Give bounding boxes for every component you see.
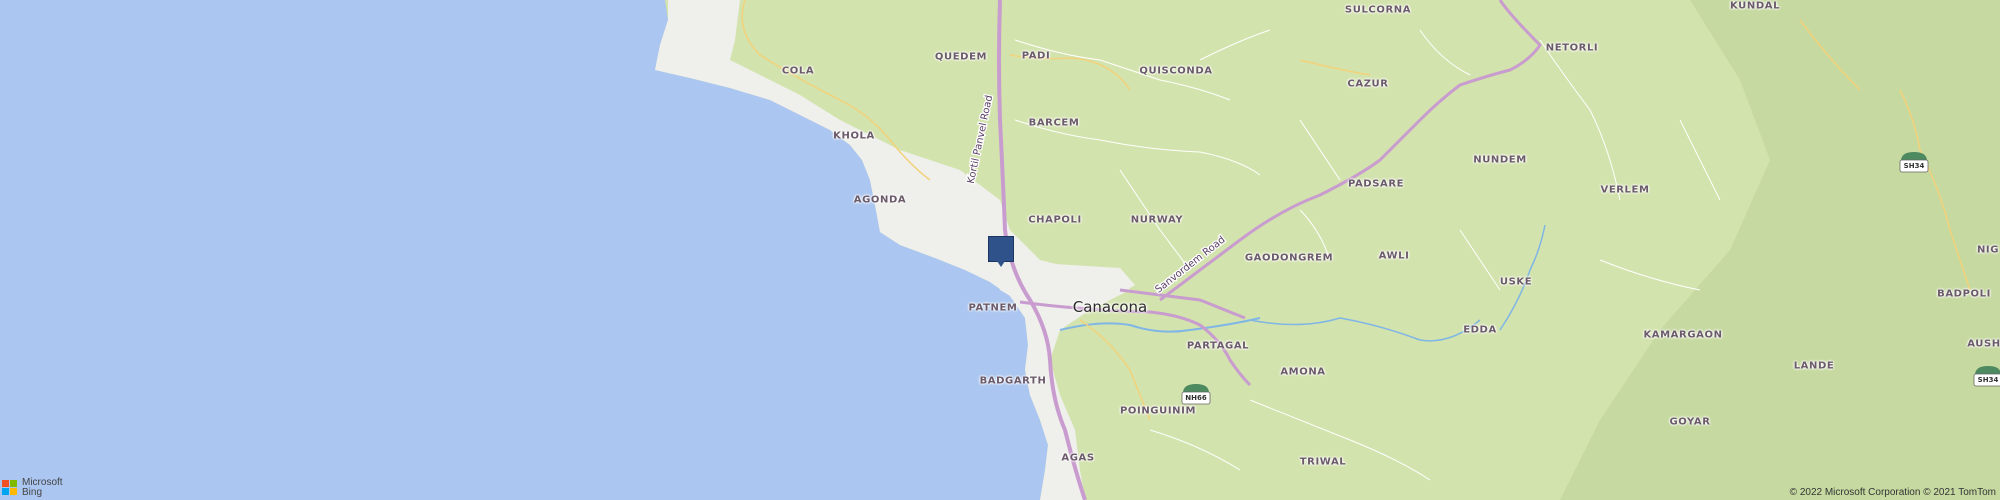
- place-label-kundal: KUNDAL: [1729, 0, 1781, 12]
- place-label-nig: NIG: [1976, 244, 2000, 256]
- place-label-goyar: GOYAR: [1669, 416, 1711, 428]
- place-label-gaodongrem: GAODONGREM: [1244, 252, 1334, 264]
- place-label-netorli: NETORLI: [1545, 42, 1599, 54]
- place-label-quedem: QUEDEM: [934, 51, 988, 63]
- place-label-agas: AGAS: [1061, 452, 1095, 464]
- place-label-agonda: AGONDA: [853, 194, 907, 206]
- place-label-awli: AWLI: [1378, 250, 1410, 262]
- place-label-badgarth: BADGARTH: [979, 375, 1047, 387]
- map-canvas[interactable]: SULCORNA KUNDAL COLA QUEDEM PADI QUISCON…: [0, 0, 2000, 500]
- copyright-notice: © 2022 Microsoft Corporation © 2021 TomT…: [1789, 487, 1996, 498]
- place-label-barcem: BARCEM: [1028, 117, 1080, 129]
- place-label-partagal: PARTAGAL: [1186, 340, 1250, 352]
- place-label-verlem: VERLEM: [1600, 184, 1650, 196]
- route-shield-label: SH34: [1977, 376, 1999, 384]
- place-label-lande: LANDE: [1793, 360, 1835, 372]
- place-label-aush: AUSH: [1967, 338, 2000, 350]
- microsoft-logo-icon: [2, 480, 18, 496]
- place-label-cola: COLA: [781, 65, 815, 77]
- route-shield-label: SH34: [1903, 162, 1925, 170]
- place-label-sulcorna: SULCORNA: [1344, 4, 1412, 16]
- brand-line-bing: Bing: [22, 487, 43, 498]
- place-label-padi: PADI: [1021, 50, 1051, 62]
- selected-location-pin[interactable]: [988, 236, 1014, 267]
- place-label-chapoli: CHAPOLI: [1028, 214, 1082, 226]
- place-label-nurway: NURWAY: [1130, 214, 1184, 226]
- place-label-edda: EDDA: [1463, 324, 1497, 336]
- place-label-poinguinim: POINGUINIM: [1119, 405, 1197, 417]
- place-label-cazur: CAZUR: [1347, 78, 1389, 90]
- place-label-quisconda: QUISCONDA: [1139, 65, 1213, 77]
- place-label-triwal: TRIWAL: [1299, 456, 1347, 468]
- place-label-khola: KHOLA: [833, 130, 875, 142]
- route-shield-label: NH66: [1185, 394, 1207, 402]
- route-shield-sh34-edge: SH34: [1973, 365, 2000, 387]
- route-shield-sh34-east: SH34: [1899, 151, 1929, 173]
- place-label-kamargaon: KAMARGAON: [1643, 329, 1723, 341]
- town-label-canacona: Canacona: [1072, 298, 1148, 316]
- place-label-amona: AMONA: [1280, 366, 1326, 378]
- route-shield-nh66: NH66: [1181, 383, 1211, 405]
- place-label-badpoli: BADPOLI: [1937, 288, 1991, 300]
- place-label-padsare: PADSARE: [1347, 178, 1405, 190]
- place-label-nundem: NUNDEM: [1473, 154, 1527, 166]
- place-label-patnem: PATNEM: [968, 302, 1018, 314]
- place-label-uske: USKE: [1499, 276, 1533, 288]
